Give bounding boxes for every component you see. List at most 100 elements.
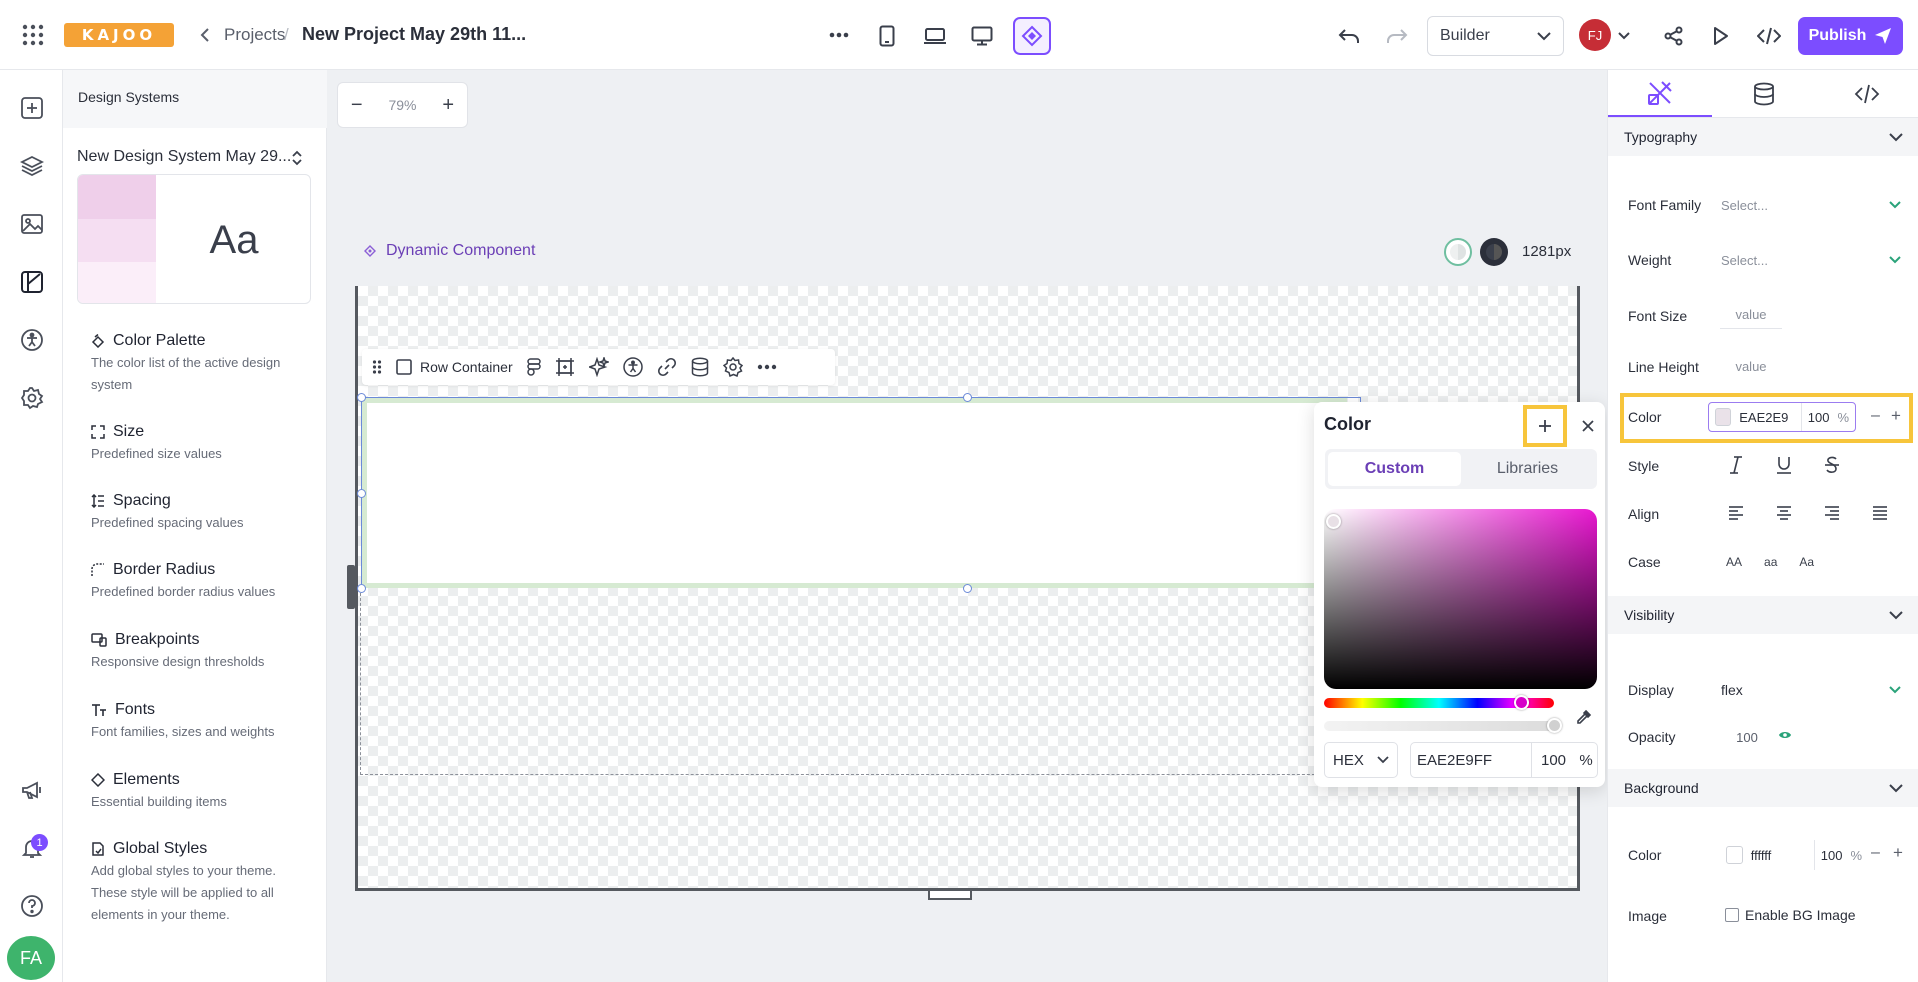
saturation-cursor[interactable] (1326, 514, 1341, 529)
zoom-out-button[interactable]: − (351, 94, 363, 117)
mobile-view-icon[interactable] (870, 19, 904, 53)
ds-item-spacing[interactable]: Spacing Predefined spacing values (91, 492, 311, 534)
checkbox-box[interactable] (1725, 908, 1739, 922)
design-system-preview[interactable]: Aa (77, 174, 311, 304)
settings-icon[interactable] (722, 357, 743, 377)
strikethrough-icon[interactable] (1824, 456, 1840, 474)
zoom-in-button[interactable]: + (442, 94, 454, 117)
font-family-select[interactable]: Select... (1721, 190, 1901, 220)
alpha-thumb[interactable] (1547, 718, 1562, 733)
link-icon[interactable] (657, 357, 677, 377)
color-input[interactable]: EAE2E9 100 % (1708, 402, 1856, 432)
undo-icon[interactable] (1335, 22, 1363, 50)
remove-bg-color-icon[interactable]: – (1871, 844, 1880, 862)
row-container[interactable] (362, 398, 1347, 588)
opacity-input[interactable]: 100 (1722, 724, 1772, 750)
apps-grid-icon[interactable] (20, 22, 46, 48)
publish-button[interactable]: Publish (1798, 17, 1903, 55)
component-label[interactable]: Dynamic Component (364, 242, 535, 260)
database-icon[interactable] (691, 357, 709, 377)
align-center-icon[interactable] (1776, 506, 1792, 520)
more-options-icon[interactable] (822, 18, 856, 52)
container-checkbox-icon[interactable] (396, 359, 412, 375)
align-right-icon[interactable] (1824, 506, 1840, 520)
mode-select[interactable]: Builder (1427, 16, 1564, 56)
desktop-view-icon[interactable] (965, 19, 999, 53)
bg-color-input[interactable]: ffffff 100 % (1720, 840, 1868, 870)
selection-handle[interactable] (357, 489, 366, 498)
color-swatch[interactable] (1715, 408, 1732, 426)
share-icon[interactable] (1660, 22, 1688, 50)
hex-input[interactable]: EAE2E9FF (1411, 752, 1531, 769)
resize-frame-icon[interactable] (555, 357, 575, 377)
tab-custom[interactable]: Custom (1328, 452, 1461, 486)
component-mode-icon[interactable] (1013, 17, 1051, 55)
add-icon[interactable] (16, 92, 48, 124)
design-system-icon[interactable] (16, 266, 48, 298)
resize-handle-bottom[interactable] (928, 891, 972, 900)
settings-icon[interactable] (16, 382, 48, 414)
more-options-icon[interactable] (757, 364, 777, 370)
tab-design[interactable] (1608, 70, 1712, 117)
eye-icon[interactable] (1776, 728, 1794, 742)
section-background-header[interactable]: Background (1608, 769, 1918, 807)
add-color-button[interactable] (1523, 405, 1567, 447)
play-preview-icon[interactable] (1707, 22, 1735, 50)
ds-item-global-styles[interactable]: Global Styles Add global styles to your … (91, 840, 311, 926)
ds-item-border-radius[interactable]: Border Radius Predefined border radius v… (91, 561, 311, 603)
dark-theme-toggle[interactable] (1480, 238, 1508, 266)
design-system-name[interactable]: New Design System May 29... (77, 148, 291, 166)
add-color-icon[interactable]: + (1891, 406, 1901, 426)
ds-item-size[interactable]: Size Predefined size values (91, 423, 311, 465)
capitalize-button[interactable]: Aa (1799, 555, 1814, 569)
selection-handle[interactable] (963, 393, 972, 402)
italic-icon[interactable] (1728, 456, 1744, 474)
add-bg-color-icon[interactable]: + (1893, 843, 1903, 863)
selection-handle[interactable] (357, 584, 366, 593)
kajoo-logo[interactable]: KAJOO (64, 20, 174, 50)
bg-color-swatch[interactable] (1726, 846, 1743, 864)
ds-item-fonts[interactable]: Fonts Font families, sizes and weights (91, 701, 311, 743)
align-justify-icon[interactable] (1872, 506, 1888, 520)
ds-item-breakpoints[interactable]: Breakpoints Responsive design thresholds (91, 631, 311, 673)
lowercase-button[interactable]: aa (1764, 555, 1777, 569)
laptop-view-icon[interactable] (918, 19, 952, 53)
close-icon[interactable] (1578, 416, 1598, 436)
project-title[interactable]: New Project May 29th 11... (302, 24, 526, 45)
megaphone-icon[interactable] (16, 774, 48, 806)
accessibility-icon[interactable] (622, 357, 643, 377)
light-theme-toggle[interactable] (1444, 238, 1472, 266)
redo-icon[interactable] (1383, 22, 1411, 50)
image-icon[interactable] (16, 208, 48, 240)
user-avatar[interactable]: FJ (1579, 19, 1611, 51)
ds-item-color-palette[interactable]: Color Palette The color list of the acti… (91, 332, 311, 396)
alpha-input[interactable]: 100 (1531, 743, 1575, 777)
align-left-icon[interactable] (1728, 506, 1744, 520)
selection-handle[interactable] (357, 393, 366, 402)
resize-handle-left[interactable] (347, 565, 355, 609)
ai-sparkle-icon[interactable] (588, 357, 609, 377)
eyedropper-icon[interactable] (1572, 705, 1596, 729)
font-size-input[interactable]: value (1720, 301, 1782, 329)
account-avatar[interactable]: FA (7, 936, 55, 980)
tab-data[interactable] (1712, 70, 1816, 117)
sort-chevron-icon[interactable] (289, 149, 305, 167)
section-typography-header[interactable]: Typography (1608, 118, 1918, 156)
tab-libraries[interactable]: Libraries (1461, 452, 1594, 486)
selection-handle[interactable] (963, 584, 972, 593)
drag-handle-icon[interactable] (372, 359, 382, 375)
accessibility-icon[interactable] (16, 324, 48, 356)
enable-bg-image-checkbox[interactable]: Enable BG Image (1725, 907, 1856, 923)
code-icon[interactable] (1753, 22, 1785, 50)
remove-color-icon[interactable]: – (1871, 407, 1880, 425)
avatar-chevron-down-icon[interactable] (1616, 28, 1632, 44)
saturation-picker[interactable] (1324, 509, 1597, 689)
weight-select[interactable]: Select... (1721, 245, 1901, 275)
figma-icon[interactable] (526, 358, 541, 376)
hue-thumb[interactable] (1514, 695, 1529, 710)
ds-item-elements[interactable]: Elements Essential building items (91, 771, 311, 813)
underline-icon[interactable] (1776, 456, 1792, 474)
chevron-left-icon[interactable] (196, 26, 214, 44)
uppercase-button[interactable]: AA (1726, 555, 1742, 569)
color-format-select[interactable]: HEX (1324, 742, 1398, 778)
